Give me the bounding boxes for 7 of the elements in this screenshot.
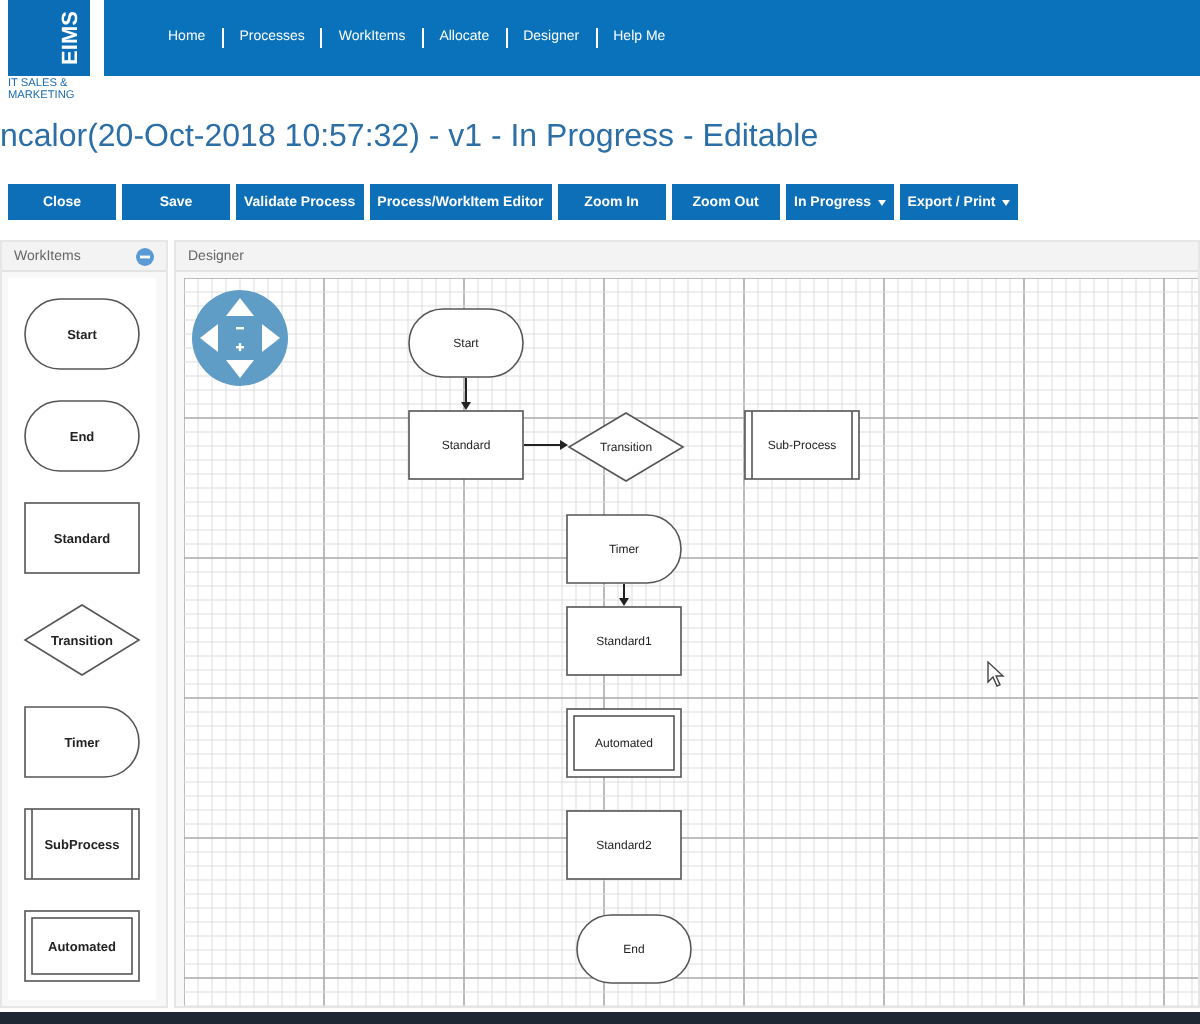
cursor-icon	[987, 660, 1005, 687]
logo: EIMS	[8, 0, 90, 76]
page-title: ncalor(20-Oct-2018 10:57:32) - v1 - In Progress - Editable	[0, 118, 821, 158]
caret-icon	[877, 199, 886, 205]
collapse-icon[interactable]	[136, 247, 154, 265]
pan-zoom-control[interactable]	[192, 290, 288, 386]
caret-icon	[1001, 199, 1010, 205]
